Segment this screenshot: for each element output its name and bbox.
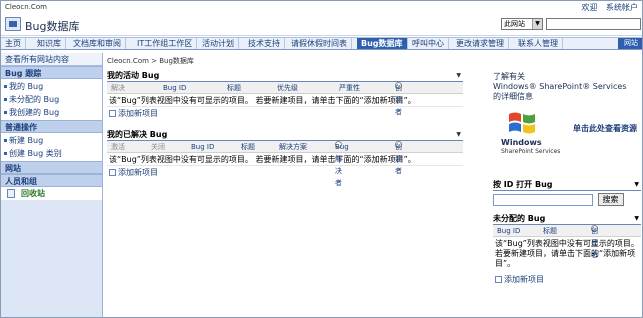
column-header-row: 激活 关闭 Bug ID 标题 解决方案 Bug 解决者 创建者 bbox=[107, 141, 463, 187]
search-scope-value: 此网站 bbox=[504, 20, 525, 28]
right-zone: 了解有关 Windows® SharePoint® Services 的详细信息… bbox=[493, 72, 641, 292]
col-created-by-label: 创建者 bbox=[591, 227, 598, 259]
breadcrumb: Cleocn.Com > Bug数据库 bbox=[107, 56, 194, 66]
learn-more-title-2: Windows® SharePoint® Services bbox=[493, 82, 627, 91]
nav-site-actions[interactable]: 网站 bbox=[618, 38, 642, 49]
webpart-title[interactable]: 未分配的 Bug ▼ bbox=[493, 212, 641, 225]
chevron-down-icon[interactable]: ▼ bbox=[532, 19, 542, 29]
nav-it-workspace[interactable]: IT工作组工作区 bbox=[133, 38, 198, 49]
user-account-link[interactable]: 系统帐户 bbox=[606, 3, 638, 12]
column-header-row: 解决 Bug ID 标题 优先级 严重性 创建者 bbox=[107, 82, 463, 116]
nav-leave-schedule[interactable]: 请假休假时间表 bbox=[287, 38, 352, 49]
sidebar-item-recycle-bin[interactable]: 回收站 bbox=[1, 187, 102, 200]
breadcrumb-separator: > bbox=[148, 57, 160, 65]
col-priority[interactable]: 优先级 bbox=[277, 82, 298, 94]
top-strip: Cleocn.Com 欢迎 系统帐户 bbox=[1, 1, 642, 14]
sidebar-item-my-bugs[interactable]: 我的 Bug bbox=[1, 80, 102, 93]
col-resolve[interactable]: 解决 bbox=[111, 82, 125, 94]
webpart-title[interactable]: 我的活动 Bug ▼ bbox=[107, 69, 463, 82]
col-close[interactable]: 关闭 bbox=[151, 141, 165, 153]
webpart-my-resolved-bugs: 我的已解决 Bug ▼ 激活 关闭 Bug ID 标题 解决方案 Bug 解决者… bbox=[107, 128, 463, 187]
sidebar-item-unassigned-bugs[interactable]: 未分配的 Bug bbox=[1, 93, 102, 106]
windows-wordmark: Windows bbox=[501, 138, 542, 147]
nav-tech-support[interactable]: 技术支持 bbox=[244, 38, 285, 49]
col-title[interactable]: 标题 bbox=[543, 225, 557, 237]
bug-id-input[interactable] bbox=[493, 193, 593, 206]
nav-change-requests[interactable]: 更改请求管理 bbox=[452, 38, 509, 49]
site-search-input[interactable] bbox=[546, 18, 641, 30]
recycle-bin-label: 回收站 bbox=[21, 189, 45, 198]
site-url[interactable]: Cleocn.Com bbox=[5, 3, 47, 11]
site-title[interactable]: Bug数据库 bbox=[25, 18, 80, 34]
col-resolution[interactable]: 解决方案 bbox=[279, 141, 307, 153]
col-title[interactable]: 标题 bbox=[241, 141, 255, 153]
col-activate[interactable]: 激活 bbox=[111, 141, 125, 153]
empty-list-message: 该“Bug”列表视图中没有可显示的项目。 若要新建项目，请单击下面的“添加新项目… bbox=[495, 239, 639, 268]
site-header: Bug数据库 此网站 ▼ bbox=[1, 14, 642, 36]
webpart-menu-icon[interactable]: ▼ bbox=[634, 212, 639, 225]
col-bug-id[interactable]: Bug ID bbox=[497, 225, 520, 237]
sidebar-list-bug-tracking: 我的 Bug 未分配的 Bug 我创建的 Bug bbox=[1, 79, 102, 120]
recycle-bin-icon bbox=[7, 189, 15, 198]
webpart-title[interactable]: 我的已解决 Bug ▼ bbox=[107, 128, 463, 141]
sidebar-item-create-category[interactable]: 创建 Bug 类别 bbox=[1, 147, 102, 160]
nav-doc-review[interactable]: 文档库和审阅 bbox=[69, 38, 126, 49]
col-severity[interactable]: 严重性 bbox=[339, 82, 360, 94]
webpart-my-active-bugs: 我的活动 Bug ▼ 解决 Bug ID 标题 优先级 严重性 创建者 该“Bu… bbox=[107, 69, 463, 120]
breadcrumb-root[interactable]: Cleocn.Com bbox=[107, 57, 149, 65]
view-resources-link[interactable]: 单击此处查看资源 bbox=[571, 124, 639, 134]
breadcrumb-current: Bug数据库 bbox=[159, 57, 194, 65]
sidebar-heading-common-tasks[interactable]: 普通操作 bbox=[1, 120, 102, 133]
add-new-item-link[interactable]: 添加新项目 bbox=[107, 107, 463, 120]
sidebar-list-common-tasks: 新建 Bug 创建 Bug 类别 bbox=[1, 133, 102, 161]
welcome-label: 欢迎 bbox=[581, 3, 598, 12]
webpart-menu-icon[interactable]: ▼ bbox=[456, 128, 461, 141]
webpart-open-bug-by-id: 按 ID 打开 Bug ▼ 搜索 bbox=[493, 178, 641, 206]
webpart-menu-icon[interactable]: ▼ bbox=[456, 69, 461, 82]
site-logo-icon bbox=[5, 17, 21, 31]
sidebar-heading-bug-tracking[interactable]: Bug 跟踪 bbox=[1, 66, 102, 79]
col-bug-id[interactable]: Bug ID bbox=[191, 141, 214, 153]
sidebar-heading-people-groups[interactable]: 人员和组 bbox=[1, 174, 102, 187]
learn-more-box: Windows SharePoint Services 单击此处查看资源 bbox=[493, 102, 641, 172]
view-all-content-link[interactable]: 查看所有网站内容 bbox=[1, 53, 102, 66]
webpart-title-text: 按 ID 打开 Bug bbox=[493, 180, 553, 189]
nav-activity-plan[interactable]: 活动计划 bbox=[198, 38, 239, 49]
sidebar-heading-sites[interactable]: 网站 bbox=[1, 161, 102, 174]
learn-more-title-1: 了解有关 bbox=[493, 72, 525, 81]
top-navigation: 主页 知识库 文档库和审阅 IT工作组工作区 活动计划 技术支持 请假休假时间表… bbox=[1, 37, 642, 50]
webpart-learn-more: 了解有关 Windows® SharePoint® Services 的详细信息… bbox=[493, 72, 641, 172]
nav-knowledge-base[interactable]: 知识库 bbox=[33, 38, 66, 49]
webpart-title-text: 我的活动 Bug bbox=[107, 71, 160, 80]
webpart-menu-icon[interactable]: ▼ bbox=[634, 178, 639, 191]
webpart-title-text: 我的已解决 Bug bbox=[107, 130, 168, 139]
col-resolved-by-label: Bug 解决者 bbox=[335, 143, 349, 187]
webpart-unassigned-bugs: 未分配的 Bug ▼ Bug ID 标题 创建者 该“Bug”列表视图中没有可显… bbox=[493, 212, 641, 286]
sharepoint-services-label: SharePoint Services bbox=[501, 148, 561, 155]
search-scope-select[interactable]: 此网站 ▼ bbox=[501, 18, 543, 30]
search-button[interactable]: 搜索 bbox=[597, 193, 624, 206]
windows-logo-icon bbox=[509, 112, 535, 134]
column-header-row: Bug ID 标题 创建者 bbox=[493, 225, 641, 259]
empty-list-message: 该“Bug”列表视图中没有可显示的项目。 若要新建项目，请单击下面的“添加新项目… bbox=[107, 153, 463, 166]
col-title[interactable]: 标题 bbox=[227, 82, 241, 94]
nav-bug-database[interactable]: Bug数据库 bbox=[357, 38, 408, 49]
main-content: 我的活动 Bug ▼ 解决 Bug ID 标题 优先级 严重性 创建者 该“Bu… bbox=[107, 69, 463, 187]
welcome-menu: 欢迎 系统帐户 bbox=[575, 2, 638, 13]
webpart-title-text: 未分配的 Bug bbox=[493, 214, 546, 223]
empty-list-message: 该“Bug”列表视图中没有可显示的项目。 若要新建项目，请单击下面的“添加新项目… bbox=[107, 94, 463, 107]
webpart-title[interactable]: 按 ID 打开 Bug ▼ bbox=[493, 178, 641, 191]
add-new-item-link[interactable]: 添加新项目 bbox=[493, 273, 641, 286]
sharepoint-window: Cleocn.Com 欢迎 系统帐户 Bug数据库 此网站 ▼ 主页 知识库 文… bbox=[0, 0, 643, 318]
nav-contacts[interactable]: 联系人管理 bbox=[514, 38, 563, 49]
sidebar-item-created-bugs[interactable]: 我创建的 Bug bbox=[1, 106, 102, 119]
quick-launch: 查看所有网站内容 Bug 跟踪 我的 Bug 未分配的 Bug 我创建的 Bug… bbox=[1, 53, 103, 317]
add-new-item-link[interactable]: 添加新项目 bbox=[107, 166, 463, 179]
nav-home[interactable]: 主页 bbox=[1, 38, 26, 49]
col-bug-id[interactable]: Bug ID bbox=[163, 82, 186, 94]
sidebar-item-new-bug[interactable]: 新建 Bug bbox=[1, 134, 102, 147]
learn-more-title-3: 的详细信息 bbox=[493, 92, 533, 101]
nav-call-center[interactable]: 呼叫中心 bbox=[408, 38, 449, 49]
